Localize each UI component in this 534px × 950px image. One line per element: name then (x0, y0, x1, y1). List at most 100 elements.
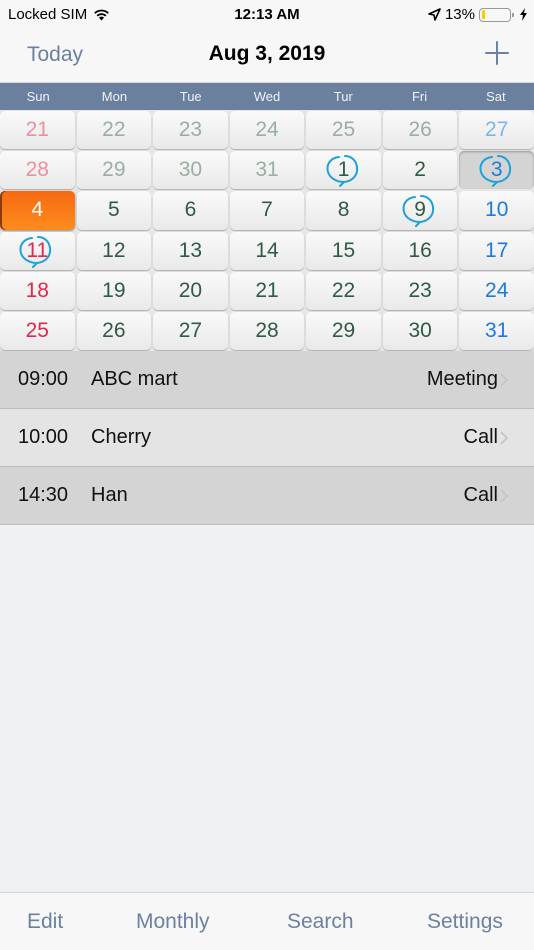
day-cell[interactable]: 28 (229, 311, 305, 350)
battery-fill (481, 10, 485, 19)
day-cell[interactable]: 22 (306, 271, 381, 310)
day-number: 14 (255, 238, 279, 262)
day-number: 8 (337, 198, 350, 222)
day-number: 17 (485, 238, 509, 262)
day-cell[interactable]: 16 (382, 231, 458, 270)
day-cell[interactable]: 24 (229, 111, 305, 150)
event-list: 09:00 ABC mart Meeting 10:00 Cherry Call… (0, 351, 534, 525)
day-cell[interactable]: 10 (459, 191, 534, 230)
event-type: Call (463, 426, 498, 448)
day-number: 30 (408, 318, 432, 342)
day-cell[interactable]: 21 (229, 271, 305, 310)
day-cell[interactable]: 19 (76, 271, 152, 310)
day-cell[interactable]: 26 (382, 111, 458, 150)
weekday-label: Tue (179, 89, 202, 104)
day-number: 20 (178, 278, 203, 302)
day-number: 22 (331, 278, 356, 302)
day-cell[interactable]: 29 (76, 151, 152, 190)
day-cell[interactable]: 22 (76, 111, 152, 150)
weekday-label: Sat (486, 89, 506, 104)
tab-settings[interactable]: Settings (427, 910, 503, 934)
nav-bar: Today Aug 3, 2019 (0, 30, 534, 83)
day-cell-today[interactable]: 4 (0, 191, 75, 230)
day-cell[interactable]: 6 (153, 191, 228, 230)
calendar-grid: 21 22 23 24 25 26 27 28 29 30 31 1 2 3 4 5 6 7 8 9 10 11 12 13 1… (0, 110, 534, 351)
day-cell[interactable]: 18 (0, 271, 75, 310)
plus-icon[interactable] (484, 40, 510, 66)
day-cell[interactable]: 30 (382, 311, 458, 350)
day-cell[interactable]: 20 (153, 271, 228, 310)
day-number: 25 (25, 318, 49, 342)
location-arrow-icon (428, 8, 441, 21)
day-cell[interactable]: 31 (459, 311, 534, 350)
day-cell[interactable]: 11 (0, 231, 75, 270)
day-cell[interactable]: 9 (382, 191, 458, 230)
event-name: Cherry (91, 426, 152, 448)
day-cell[interactable]: 25 (306, 111, 381, 150)
day-cell[interactable]: 21 (0, 111, 75, 150)
weekday-header: Sun Mon Tue Wed Tur Fri Sat (0, 83, 534, 110)
day-number: 13 (178, 238, 203, 262)
day-cell[interactable]: 5 (76, 191, 152, 230)
day-number: 21 (25, 118, 49, 142)
day-cell[interactable]: 31 (229, 151, 305, 190)
day-number: 29 (331, 318, 356, 342)
tab-edit[interactable]: Edit (27, 910, 63, 934)
tab-bar: Edit Monthly Search Settings (0, 892, 534, 950)
day-cell[interactable]: 17 (459, 231, 534, 270)
day-cell[interactable]: 24 (459, 271, 534, 310)
day-number: 28 (255, 318, 279, 342)
weekday-label: Wed (253, 89, 281, 104)
day-cell[interactable]: 8 (306, 191, 381, 230)
day-number: 25 (331, 118, 356, 142)
weekday-label: Mon (101, 89, 128, 104)
day-number: 24 (255, 118, 279, 142)
day-number: 29 (102, 158, 126, 182)
weekday-label: Sun (26, 89, 50, 104)
day-cell[interactable]: 27 (459, 111, 534, 150)
day-number: 19 (102, 278, 126, 302)
weekday-label: Fri (411, 89, 428, 104)
day-cell[interactable]: 28 (0, 151, 75, 190)
event-type: Call (463, 484, 498, 506)
event-time: 10:00 (18, 426, 69, 448)
tab-monthly[interactable]: Monthly (136, 910, 210, 934)
day-cell[interactable]: 27 (153, 311, 228, 350)
event-time: 14:30 (18, 484, 69, 506)
chevron-right-icon (500, 373, 508, 387)
today-button[interactable]: Today (27, 43, 83, 67)
day-number: 21 (255, 278, 279, 302)
day-cell[interactable]: 26 (76, 311, 152, 350)
day-cell[interactable]: 1 (306, 151, 381, 190)
day-number: 10 (485, 198, 509, 222)
event-name: ABC mart (91, 368, 178, 390)
chevron-right-icon (500, 489, 508, 503)
day-cell[interactable]: 23 (153, 111, 228, 150)
day-cell[interactable]: 7 (229, 191, 305, 230)
day-cell[interactable]: 25 (0, 311, 75, 350)
day-cell[interactable]: 14 (229, 231, 305, 270)
weekday-label: Tur (333, 89, 353, 104)
chevron-right-icon (500, 431, 508, 445)
day-number: 6 (184, 198, 197, 222)
event-row[interactable]: 10:00 Cherry Call (0, 409, 534, 467)
day-number: 28 (25, 158, 49, 182)
day-cell[interactable]: 23 (382, 271, 458, 310)
day-cell-selected[interactable]: 3 (459, 151, 534, 190)
tab-search[interactable]: Search (287, 910, 354, 934)
day-cell[interactable]: 2 (382, 151, 458, 190)
day-cell[interactable]: 29 (306, 311, 381, 350)
day-number: 27 (485, 118, 509, 142)
day-cell[interactable]: 15 (306, 231, 381, 270)
day-number: 7 (261, 198, 273, 222)
day-cell[interactable]: 13 (153, 231, 228, 270)
day-number: 22 (102, 118, 126, 142)
event-row[interactable]: 14:30 Han Call (0, 467, 534, 525)
day-number: 23 (178, 118, 203, 142)
day-cell[interactable]: 12 (76, 231, 152, 270)
event-time: 09:00 (18, 368, 69, 390)
day-number: 12 (102, 238, 126, 262)
event-row[interactable]: 09:00 ABC mart Meeting (0, 351, 534, 409)
day-number: 15 (331, 238, 356, 262)
day-cell[interactable]: 30 (153, 151, 228, 190)
